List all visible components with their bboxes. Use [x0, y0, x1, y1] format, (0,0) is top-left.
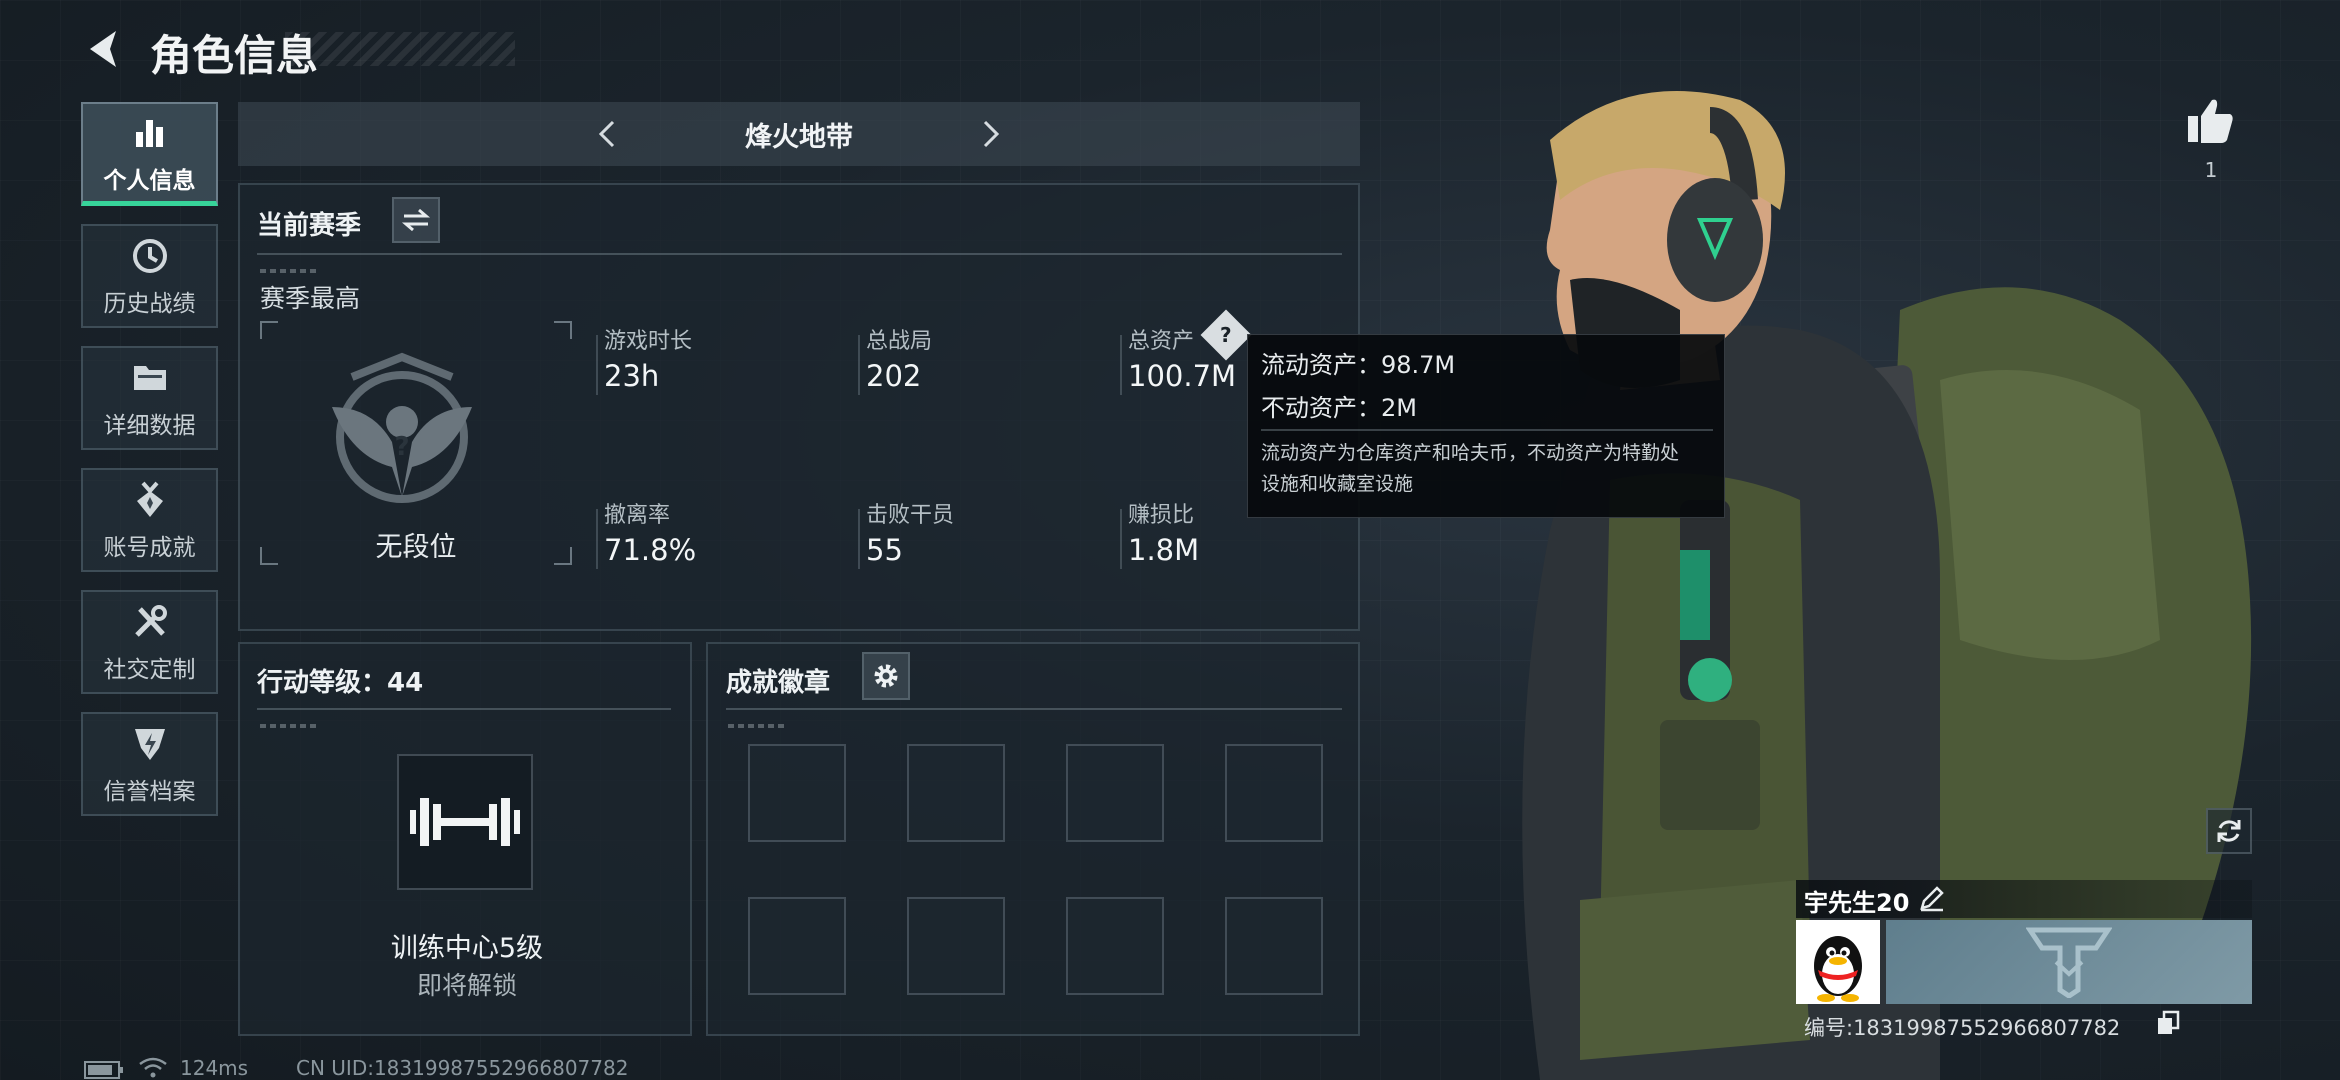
player-name: 宇先生20	[1804, 889, 1910, 917]
thumbs-up-icon[interactable]	[2186, 96, 2236, 146]
sidebar-item-label: 信誉档案	[103, 779, 196, 805]
badge-slot[interactable]	[907, 744, 1005, 842]
season-title: 当前赛季	[257, 211, 362, 241]
badge-slot[interactable]	[1225, 744, 1323, 842]
stat-divider	[596, 509, 598, 569]
refresh-icon	[2217, 820, 2241, 842]
stat-value: 23h	[604, 359, 660, 393]
badges-title: 成就徽章	[726, 668, 831, 698]
swap-icon	[401, 208, 431, 232]
badges-panel: 成就徽章	[706, 642, 1360, 1036]
bar-chart-icon	[128, 111, 172, 155]
clock-icon	[128, 234, 172, 278]
stat-value: 1.8M	[1128, 533, 1200, 567]
stat-divider	[1120, 335, 1122, 395]
mode-name: 烽火地带	[745, 121, 853, 153]
tooltip-divider	[1261, 429, 1713, 431]
stat-value: 100.7M	[1128, 359, 1237, 393]
stat-label: 击败干员	[866, 503, 955, 528]
copy-icon[interactable]	[2156, 1010, 2180, 1036]
uid-text: CN UID:18319987552966807782	[296, 1056, 629, 1080]
action-level-title: 行动等级：44	[257, 668, 424, 698]
sidebar-item-personal-info[interactable]: 个人信息	[81, 102, 218, 206]
player-banner	[1886, 920, 2252, 1004]
assets-tooltip: 流动资产：98.7M 不动资产：2M 流动资产为仓库资产和哈夫币，不动资产为特勤…	[1247, 334, 1725, 518]
rotate-button[interactable]	[2206, 808, 2252, 854]
unlock-status: 即将解锁	[416, 971, 517, 1000]
stat-label: 撤离率	[604, 503, 671, 528]
stat-label: 赚损比	[1128, 503, 1195, 528]
sidebar-item-label: 历史战绩	[103, 291, 196, 317]
sidebar-item-match-history[interactable]: 历史战绩	[81, 224, 218, 328]
sidebar-item-label: 账号成就	[103, 535, 196, 561]
badge-slot[interactable]	[1066, 897, 1164, 995]
stat-value: 55	[866, 533, 903, 567]
season-best-label: 赛季最高	[260, 284, 361, 313]
badge-slot[interactable]	[748, 897, 846, 995]
mode-selector: 烽火地带	[238, 102, 1360, 166]
fixed-assets: 不动资产：2M	[1261, 394, 1417, 422]
back-arrow-icon[interactable]	[80, 25, 128, 73]
penguin-avatar-icon	[1814, 936, 1862, 1002]
dash-decoration	[260, 724, 320, 728]
edit-icon[interactable]	[1918, 884, 1946, 912]
section-divider	[257, 708, 671, 710]
sidebar-item-detailed-data[interactable]: 详细数据	[81, 346, 218, 450]
avatar[interactable]	[1796, 920, 1880, 1004]
sidebar-item-achievements[interactable]: 账号成就	[81, 468, 218, 572]
sidebar-item-label: 社交定制	[103, 657, 196, 683]
wifi-icon	[139, 1057, 167, 1078]
section-divider	[726, 708, 1342, 710]
tools-icon	[128, 600, 172, 644]
sidebar-item-label: 个人信息	[103, 167, 196, 194]
chevron-right-icon[interactable]	[972, 116, 1008, 152]
sidebar-item-label: 详细数据	[103, 413, 196, 439]
chevron-left-icon[interactable]	[590, 116, 626, 152]
stat-value: 202	[866, 359, 922, 393]
frame-corner	[554, 321, 572, 339]
rank-emblem-icon: ?	[332, 352, 472, 503]
ping-text: 124ms	[180, 1056, 249, 1080]
svg-text:?: ?	[394, 432, 409, 462]
badge-slot[interactable]	[1066, 744, 1164, 842]
section-divider	[257, 253, 1342, 255]
stat-label: 游戏时长	[604, 329, 693, 354]
help-icon[interactable]: ?	[1200, 309, 1252, 361]
medal-icon	[128, 478, 172, 522]
title-decoration	[285, 32, 515, 66]
stat-label: 总资产	[1128, 329, 1195, 354]
frame-corner	[260, 321, 278, 339]
stat-label: 总战局	[866, 329, 933, 354]
tooltip-desc-line1: 流动资产为仓库资产和哈夫币，不动资产为特勤处	[1261, 442, 1680, 464]
stat-divider	[1120, 509, 1122, 569]
dash-decoration	[728, 724, 788, 728]
faction-logo-icon	[2026, 927, 2112, 998]
sidebar-item-credit-record[interactable]: 信誉档案	[81, 712, 218, 816]
training-center-button[interactable]	[397, 754, 533, 890]
badge-settings-button[interactable]	[862, 652, 910, 700]
rank-name: 无段位	[375, 532, 457, 563]
action-level-panel: 行动等级：44 训练中心5级 即将解锁	[238, 642, 692, 1036]
battery-icon	[84, 1061, 123, 1079]
gear-icon	[874, 664, 898, 688]
dumbbell-icon	[410, 798, 520, 846]
dash-decoration	[260, 269, 320, 273]
badge-slot[interactable]	[1225, 897, 1323, 995]
unlock-name: 训练中心5级	[390, 933, 544, 964]
player-id: 编号:18319987552966807782	[1804, 1016, 2121, 1040]
like-count: 1	[2204, 158, 2218, 182]
stat-divider	[858, 509, 860, 569]
folder-icon	[128, 356, 172, 400]
badge-slot[interactable]	[748, 744, 846, 842]
sidebar-item-social-custom[interactable]: 社交定制	[81, 590, 218, 694]
switch-season-button[interactable]	[392, 197, 440, 243]
stat-divider	[858, 335, 860, 395]
badge-slot[interactable]	[907, 897, 1005, 995]
liquid-assets: 流动资产：98.7M	[1261, 351, 1456, 379]
stat-divider	[596, 335, 598, 395]
shield-icon	[128, 722, 172, 766]
tooltip-desc-line2: 设施和收藏室设施	[1261, 473, 1414, 495]
season-panel: 当前赛季 赛季最高 ? 无段位 游戏时长 23h 总战局 202 总资产 ? 1…	[238, 183, 1360, 631]
stat-value: 71.8%	[604, 533, 697, 567]
